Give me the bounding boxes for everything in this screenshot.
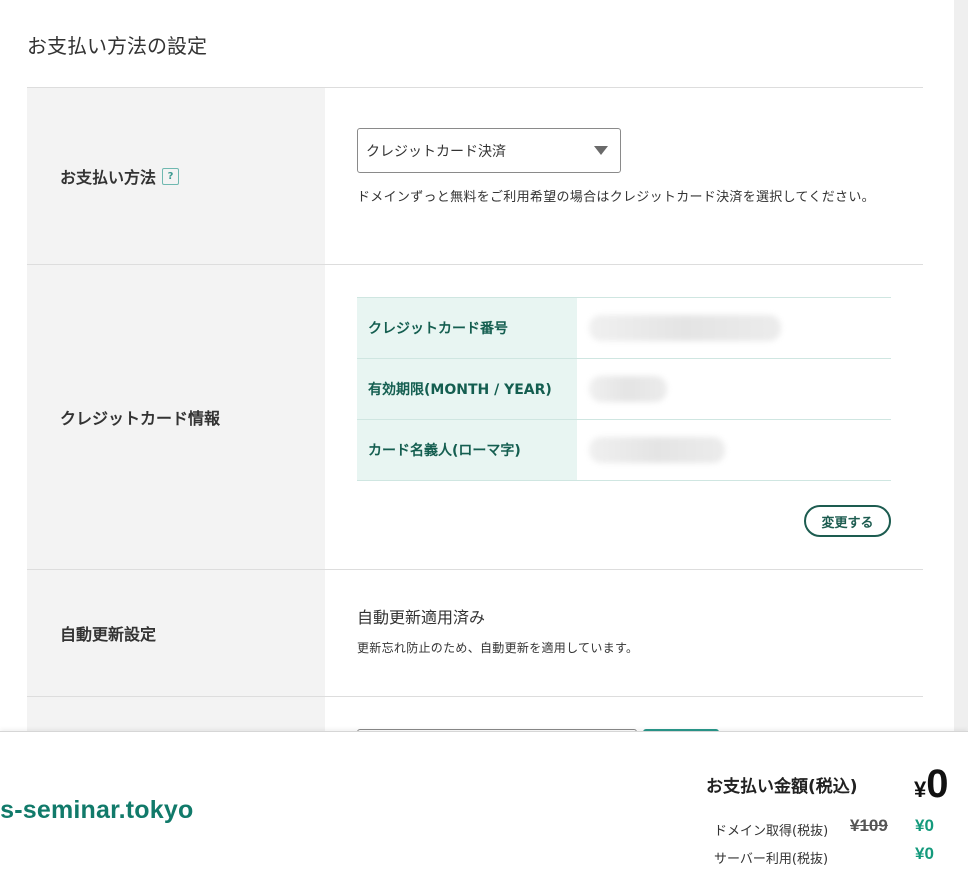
card-holder-row: カード名義人(ローマ字)	[357, 420, 891, 481]
credit-card-row: クレジットカード情報 クレジットカード番号 有効期限(MONTH / YEAR)	[27, 265, 923, 570]
masked-card-expiry	[589, 376, 667, 402]
domain-fee-original: ¥109	[850, 816, 888, 835]
auto-renew-row: 自動更新設定 自動更新適用済み 更新忘れ防止のため、自動更新を適用しています。	[27, 570, 923, 697]
credit-card-cell: クレジットカード番号 有効期限(MONTH / YEAR) カード名義人(ローマ…	[325, 265, 923, 569]
change-button-wrap: 変更する	[357, 505, 891, 537]
card-number-row: クレジットカード番号	[357, 298, 891, 359]
credit-card-header: クレジットカード情報	[27, 265, 325, 569]
auto-renew-note: 更新忘れ防止のため、自動更新を適用しています。	[357, 641, 639, 655]
domain-name: cs-seminar.tokyo	[0, 796, 194, 824]
total-label: お支払い金額(税込)	[706, 777, 858, 797]
help-icon[interactable]: ?	[162, 167, 180, 185]
credit-card-table: クレジットカード番号 有効期限(MONTH / YEAR) カード名義人(ローマ…	[357, 297, 891, 481]
payment-method-row: お支払い方法 ? クレジットカード決済 ドメインずっと無料をご利用希望の場合はク…	[27, 88, 923, 265]
card-holder-value	[577, 420, 891, 480]
auto-renew-cell: 自動更新適用済み 更新忘れ防止のため、自動更新を適用しています。	[325, 570, 923, 696]
chevron-down-icon	[594, 146, 608, 155]
card-expiry-label: 有効期限(MONTH / YEAR)	[357, 359, 577, 419]
auto-renew-status: 自動更新適用済み	[357, 608, 486, 627]
page-title: お支払い方法の設定	[27, 34, 207, 58]
auto-renew-label: 自動更新設定	[60, 625, 157, 644]
payment-method-header: お支払い方法 ?	[27, 88, 325, 264]
total-currency: ¥	[914, 777, 927, 802]
scrollbar[interactable]	[954, 0, 968, 731]
total-amount: ¥0	[914, 762, 949, 806]
payment-summary-footer: cs-seminar.tokyo お支払い金額(税込) ¥0 ドメイン取得(税抜…	[0, 731, 968, 887]
total-amount-value: 0	[926, 762, 949, 806]
masked-card-holder	[589, 437, 725, 463]
payment-method-cell: クレジットカード決済 ドメインずっと無料をご利用希望の場合はクレジットカード決済…	[325, 88, 923, 264]
payment-method-select[interactable]: クレジットカード決済	[357, 128, 621, 173]
card-holder-label: カード名義人(ローマ字)	[357, 420, 577, 480]
payment-method-selected-value: クレジットカード決済	[366, 143, 506, 160]
masked-card-number	[589, 315, 781, 341]
card-number-label: クレジットカード番号	[357, 298, 577, 358]
domain-fee-value: ¥0	[915, 816, 934, 835]
payment-method-label: お支払い方法	[60, 168, 157, 187]
card-number-value	[577, 298, 891, 358]
change-card-button[interactable]: 変更する	[804, 505, 891, 537]
payment-method-note: ドメインずっと無料をご利用希望の場合はクレジットカード決済を選択してください。	[357, 190, 875, 205]
server-fee-value: ¥0	[915, 844, 934, 863]
domain-fee-label: ドメイン取得(税抜)	[714, 824, 829, 839]
card-expiry-value	[577, 359, 891, 419]
auto-renew-header: 自動更新設定	[27, 570, 325, 696]
card-expiry-row: 有効期限(MONTH / YEAR)	[357, 359, 891, 420]
server-fee-label: サーバー利用(税抜)	[714, 852, 829, 867]
settings-form-table: お支払い方法 ? クレジットカード決済 ドメインずっと無料をご利用希望の場合はク…	[27, 87, 923, 769]
credit-card-label: クレジットカード情報	[60, 409, 221, 428]
